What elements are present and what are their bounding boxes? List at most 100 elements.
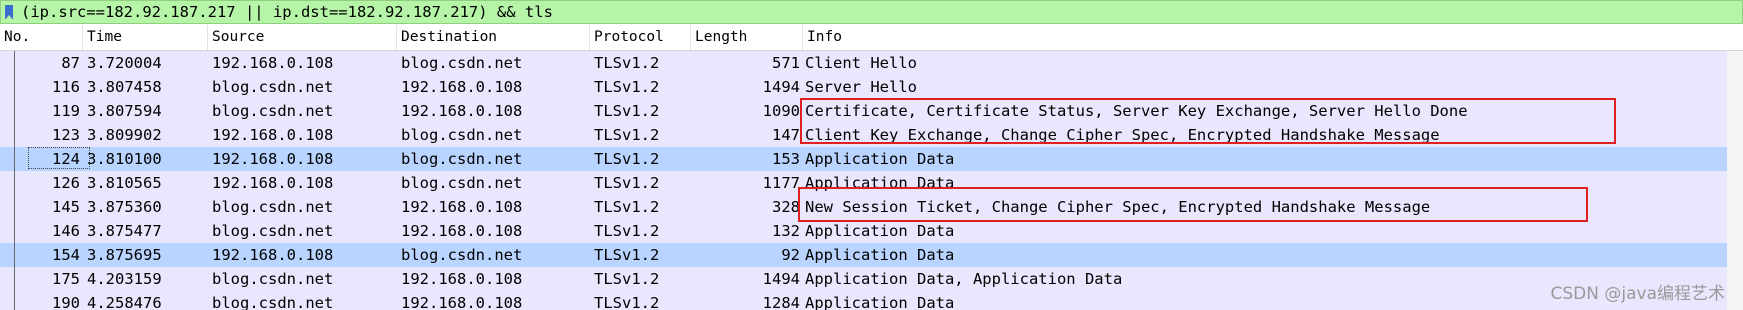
column-header-destination[interactable]: Destination xyxy=(401,29,497,45)
packet-length: 132 xyxy=(772,222,800,240)
packet-time: 4.258476 xyxy=(87,294,162,310)
packet-source: 192.168.0.108 xyxy=(212,246,334,264)
packet-time: 3.807458 xyxy=(87,78,162,96)
packet-source: 192.168.0.108 xyxy=(212,126,334,144)
packet-time: 3.875477 xyxy=(87,222,162,240)
packet-protocol: TLSv1.2 xyxy=(594,126,660,144)
packet-no: 146 xyxy=(52,222,80,240)
packet-time: 3.810565 xyxy=(87,174,162,192)
packet-length: 1177 xyxy=(762,174,800,192)
packet-destination: blog.csdn.net xyxy=(401,150,523,168)
column-header-info[interactable]: Info xyxy=(807,29,842,45)
packet-source: blog.csdn.net xyxy=(212,78,334,96)
packet-protocol: TLSv1.2 xyxy=(594,246,660,264)
watermark-text: CSDN @java编程艺术 xyxy=(1550,284,1726,304)
packet-source: blog.csdn.net xyxy=(212,222,334,240)
packet-row[interactable]: 175 4.203159 blog.csdn.net 192.168.0.108… xyxy=(0,267,1743,291)
packet-length: 571 xyxy=(772,54,800,72)
packet-info: Application Data, Application Data xyxy=(805,270,1123,288)
packet-length: 1494 xyxy=(762,78,800,96)
packet-no: 119 xyxy=(52,102,80,120)
packet-info: Application Data xyxy=(805,294,955,310)
packet-no: 126 xyxy=(52,174,80,192)
packet-source: blog.csdn.net xyxy=(212,270,334,288)
packet-protocol: TLSv1.2 xyxy=(594,198,660,216)
packet-destination: 192.168.0.108 xyxy=(401,270,523,288)
column-header-time[interactable]: Time xyxy=(87,29,122,45)
packet-length: 147 xyxy=(772,126,800,144)
packet-destination: 192.168.0.108 xyxy=(401,198,523,216)
packet-row-selected[interactable]: 124 3.810100 192.168.0.108 blog.csdn.net… xyxy=(0,147,1743,171)
packet-no: 145 xyxy=(52,198,80,216)
packet-no: 175 xyxy=(52,270,80,288)
packet-destination: blog.csdn.net xyxy=(401,54,523,72)
packet-time: 3.875360 xyxy=(87,198,162,216)
packet-protocol: TLSv1.2 xyxy=(594,54,660,72)
packet-info: Application Data xyxy=(805,222,955,240)
packet-protocol: TLSv1.2 xyxy=(594,78,660,96)
handshake-highlight-box xyxy=(800,98,1616,144)
packet-row[interactable]: 190 4.258476 blog.csdn.net 192.168.0.108… xyxy=(0,291,1743,310)
column-header-no[interactable]: No. xyxy=(4,29,30,45)
column-divider[interactable] xyxy=(589,25,590,50)
packet-destination: 192.168.0.108 xyxy=(401,102,523,120)
bookmark-icon[interactable] xyxy=(5,5,13,20)
packet-list: 87 3.720004 192.168.0.108 blog.csdn.net … xyxy=(0,51,1743,310)
packet-info: Client Hello xyxy=(805,54,917,72)
packet-list-header: No. Time Source Destination Protocol Len… xyxy=(0,25,1743,51)
conversation-bracket-line xyxy=(14,51,15,310)
packet-length: 153 xyxy=(772,150,800,168)
packet-length: 92 xyxy=(781,246,800,264)
packet-time: 3.809902 xyxy=(87,126,162,144)
column-header-source[interactable]: Source xyxy=(212,29,264,45)
packet-length: 1494 xyxy=(762,270,800,288)
packet-length: 1284 xyxy=(762,294,800,310)
column-divider[interactable] xyxy=(396,25,397,50)
packet-row[interactable]: 87 3.720004 192.168.0.108 blog.csdn.net … xyxy=(0,51,1743,75)
packet-source: blog.csdn.net xyxy=(212,102,334,120)
packet-protocol: TLSv1.2 xyxy=(594,270,660,288)
display-filter-bar[interactable]: (ip.src==182.92.187.217 || ip.dst==182.9… xyxy=(0,0,1743,24)
packet-time: 3.810100 xyxy=(87,150,162,168)
packet-destination: 192.168.0.108 xyxy=(401,222,523,240)
packet-source: 192.168.0.108 xyxy=(212,150,334,168)
packet-time: 3.807594 xyxy=(87,102,162,120)
packet-no: 123 xyxy=(52,126,80,144)
packet-source: 192.168.0.108 xyxy=(212,174,334,192)
packet-no: 116 xyxy=(52,78,80,96)
packet-row[interactable]: 116 3.807458 blog.csdn.net 192.168.0.108… xyxy=(0,75,1743,99)
packet-destination: blog.csdn.net xyxy=(401,246,523,264)
packet-destination: 192.168.0.108 xyxy=(401,78,523,96)
packet-info: Application Data xyxy=(805,150,955,168)
packet-destination: 192.168.0.108 xyxy=(401,294,523,310)
column-header-length[interactable]: Length xyxy=(695,29,747,45)
packet-info: Server Hello xyxy=(805,78,917,96)
display-filter-input[interactable]: (ip.src==182.92.187.217 || ip.dst==182.9… xyxy=(21,3,553,21)
packet-time: 4.203159 xyxy=(87,270,162,288)
column-divider[interactable] xyxy=(207,25,208,50)
packet-source: blog.csdn.net xyxy=(212,294,334,310)
packet-protocol: TLSv1.2 xyxy=(594,294,660,310)
column-divider[interactable] xyxy=(802,25,803,50)
packet-info: Application Data xyxy=(805,246,955,264)
packet-length: 1090 xyxy=(762,102,800,120)
packet-no: 154 xyxy=(52,246,80,264)
packet-no: 124 xyxy=(52,150,80,168)
packet-no: 87 xyxy=(61,54,80,72)
packet-no: 190 xyxy=(52,294,80,310)
packet-row[interactable]: 146 3.875477 blog.csdn.net 192.168.0.108… xyxy=(0,219,1743,243)
packet-time: 3.875695 xyxy=(87,246,162,264)
column-header-protocol[interactable]: Protocol xyxy=(594,29,664,45)
column-divider[interactable] xyxy=(690,25,691,50)
packet-protocol: TLSv1.2 xyxy=(594,174,660,192)
packet-length: 328 xyxy=(772,198,800,216)
packet-destination: blog.csdn.net xyxy=(401,126,523,144)
packet-destination: blog.csdn.net xyxy=(401,174,523,192)
packet-protocol: TLSv1.2 xyxy=(594,222,660,240)
vertical-scrollbar[interactable] xyxy=(1727,51,1743,310)
session-ticket-highlight-box xyxy=(798,187,1588,222)
packet-time: 3.720004 xyxy=(87,54,162,72)
column-divider[interactable] xyxy=(82,25,83,50)
packet-row[interactable]: 154 3.875695 192.168.0.108 blog.csdn.net… xyxy=(0,243,1743,267)
packet-protocol: TLSv1.2 xyxy=(594,102,660,120)
